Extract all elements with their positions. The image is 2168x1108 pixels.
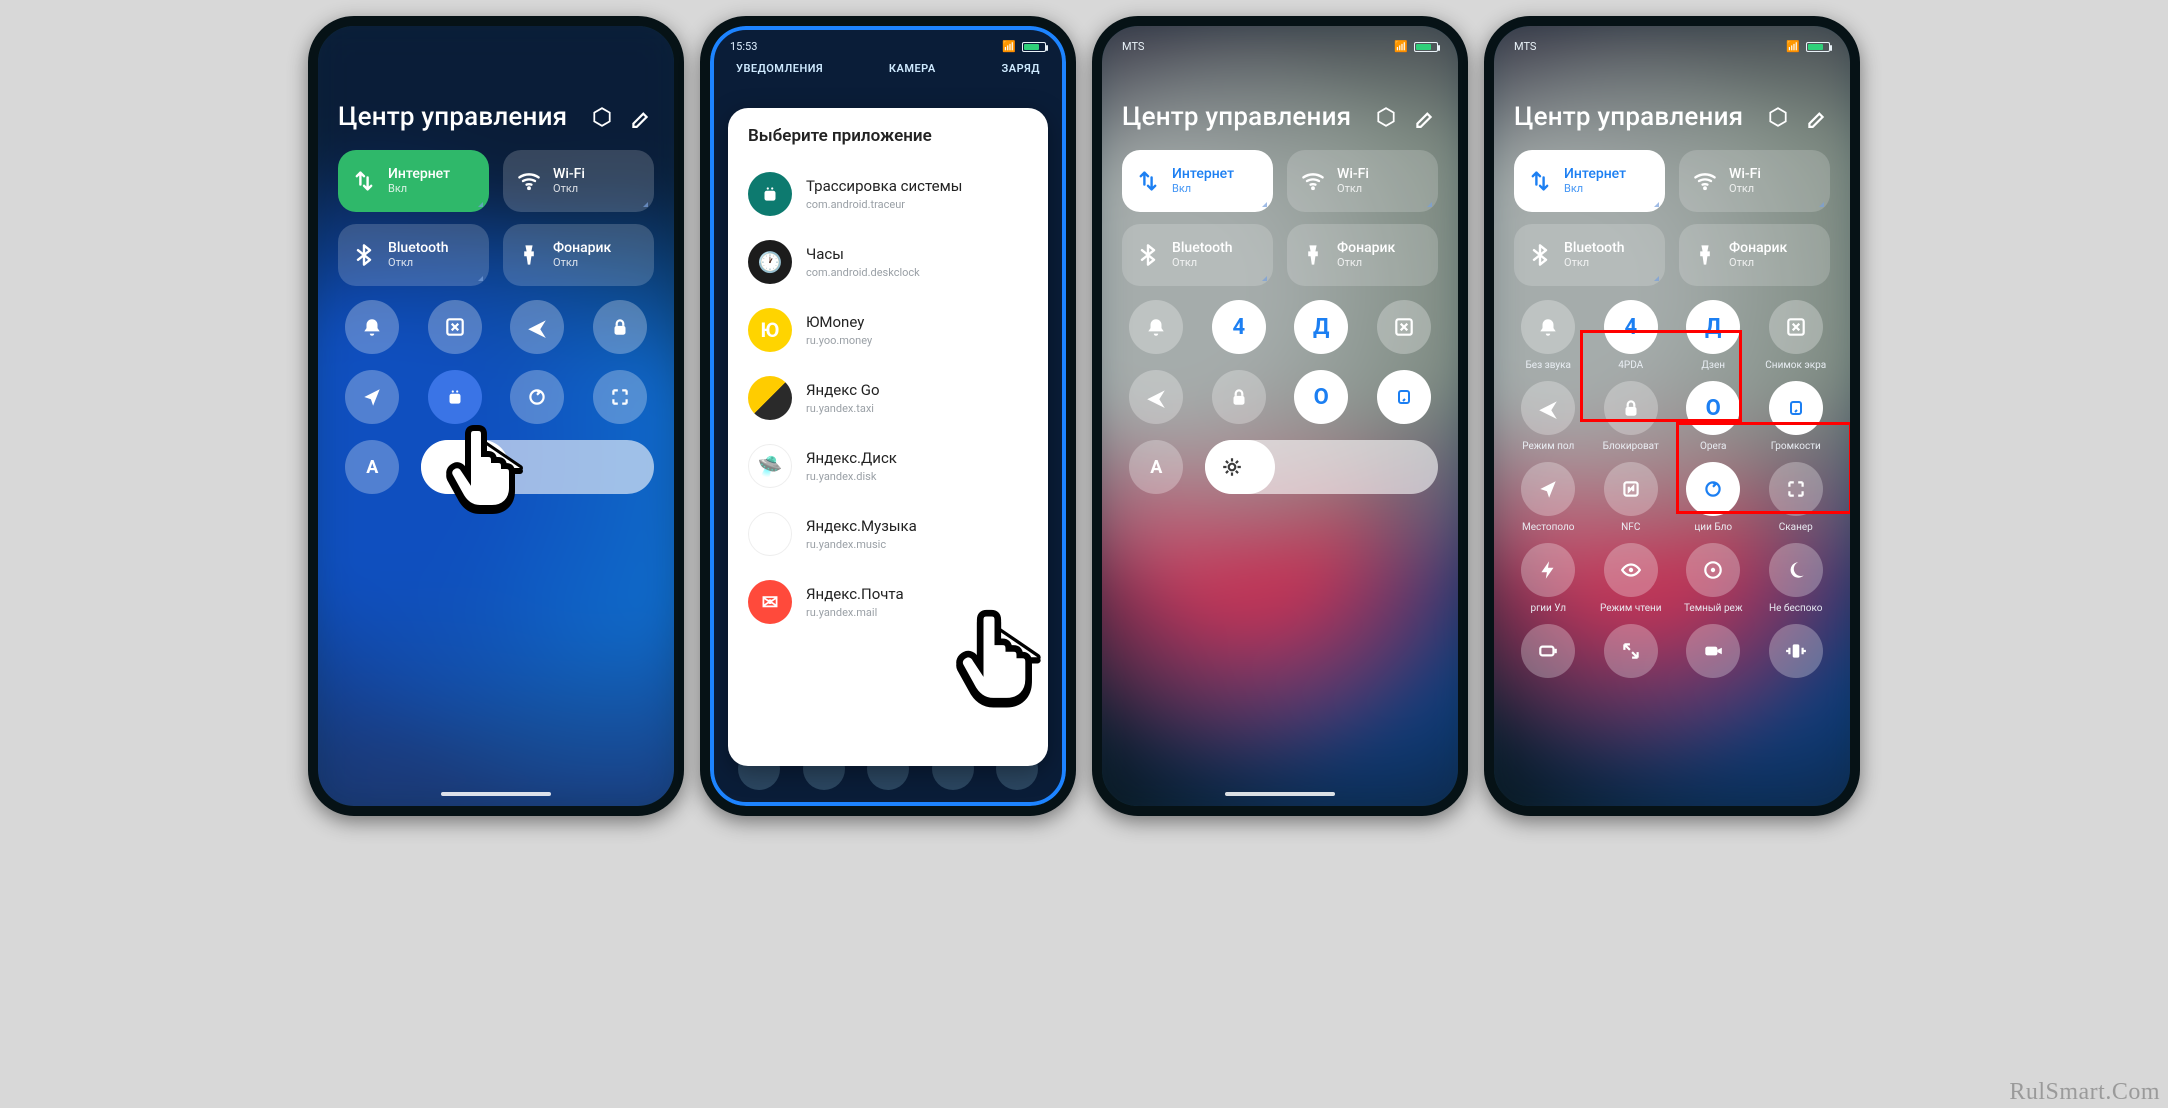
status-bar: MTS 📶 bbox=[1514, 40, 1830, 53]
flashlight-icon bbox=[1301, 243, 1325, 267]
app-icon bbox=[748, 376, 792, 420]
status-bar: MTS 📶 bbox=[1122, 40, 1438, 53]
toggle-screenshot[interactable] bbox=[428, 300, 482, 354]
tile-bluetooth[interactable]: BluetoothОткл bbox=[1514, 224, 1665, 286]
home-indicator[interactable] bbox=[1225, 792, 1335, 796]
app-item-yandexmusic[interactable]: ● Яндекс.Музыкаru.yandex.music bbox=[728, 500, 1048, 568]
toggle-silent[interactable] bbox=[345, 300, 399, 354]
app-icon: ✉ bbox=[748, 580, 792, 624]
status-time: 15:53 bbox=[730, 40, 757, 53]
toggle-silent[interactable] bbox=[1129, 300, 1183, 354]
toggle-battery[interactable] bbox=[1521, 624, 1575, 678]
mobile-data-icon bbox=[352, 169, 376, 193]
toggle-silent[interactable] bbox=[1521, 300, 1575, 354]
app-icon: 🛸 bbox=[748, 444, 792, 488]
home-indicator[interactable] bbox=[441, 792, 551, 796]
bluetooth-icon bbox=[1528, 243, 1552, 267]
app-item-traceur[interactable]: Трассировка системыcom.android.traceur bbox=[728, 160, 1048, 228]
tile-bluetooth[interactable]: BluetoothОткл bbox=[1122, 224, 1273, 286]
tile-torch[interactable]: ФонарикОткл bbox=[503, 224, 654, 286]
brightness-slider[interactable] bbox=[1205, 440, 1439, 494]
toggle-airplane[interactable] bbox=[510, 300, 564, 354]
app-icon: 🕐 bbox=[748, 240, 792, 284]
toggle-expand[interactable] bbox=[1604, 624, 1658, 678]
toggle-power[interactable] bbox=[1521, 543, 1575, 597]
shortcut-volume[interactable] bbox=[1377, 370, 1431, 424]
toggle-read[interactable] bbox=[1604, 543, 1658, 597]
mobile-data-icon bbox=[1528, 169, 1552, 193]
app-item-yandexdisk[interactable]: 🛸 Яндекс.Дискru.yandex.disk bbox=[728, 432, 1048, 500]
status-bar: 15:53 📶 bbox=[730, 40, 1046, 53]
control-center-title: Центр управления bbox=[1122, 102, 1362, 132]
toggle-lock[interactable] bbox=[593, 300, 647, 354]
carrier-label: MTS bbox=[1122, 40, 1144, 53]
tile-torch[interactable]: ФонарикОткл bbox=[1679, 224, 1830, 286]
watermark: RulSmart.Com bbox=[2009, 1079, 2160, 1106]
settings-icon[interactable] bbox=[1372, 103, 1400, 131]
toggle-location[interactable] bbox=[1521, 462, 1575, 516]
tile-wifi[interactable]: Wi-FiОткл bbox=[503, 150, 654, 212]
toggle-auto[interactable]: A bbox=[1129, 440, 1183, 494]
tile-internet[interactable]: ИнтернетВкл bbox=[1514, 150, 1665, 212]
app-picker-title: Выберите приложение bbox=[728, 108, 1048, 160]
toggle-screenshot[interactable] bbox=[1769, 300, 1823, 354]
flashlight-icon bbox=[517, 243, 541, 267]
phone-2: 15:53 📶 УВЕДОМЛЕНИЯКАМЕРАЗАРЯД Выберите … bbox=[700, 16, 1076, 816]
toggle-lock[interactable] bbox=[1212, 370, 1266, 424]
tile-bluetooth[interactable]: BluetoothОткл bbox=[338, 224, 489, 286]
tile-wifi[interactable]: Wi-FiОткл bbox=[1679, 150, 1830, 212]
toggle-vibrate[interactable] bbox=[1769, 624, 1823, 678]
app-item-yoomoney[interactable]: Ю ЮMoneyru.yoo.money bbox=[728, 296, 1048, 364]
toggle-nfc[interactable] bbox=[1604, 462, 1658, 516]
wifi-icon bbox=[517, 169, 541, 193]
toggle-scan[interactable] bbox=[593, 370, 647, 424]
toggle-airplane[interactable] bbox=[1521, 381, 1575, 435]
tile-internet[interactable]: ИнтернетВкл bbox=[338, 150, 489, 212]
toggle-screenshot[interactable] bbox=[1377, 300, 1431, 354]
toggle-airplane[interactable] bbox=[1129, 370, 1183, 424]
shortcut-dzen[interactable]: Д bbox=[1294, 300, 1348, 354]
settings-icon[interactable] bbox=[588, 103, 616, 131]
mobile-data-icon bbox=[1136, 169, 1160, 193]
highlight-box-1 bbox=[1580, 330, 1742, 422]
hand-cursor-icon bbox=[945, 601, 1055, 731]
phone-4: MTS 📶 Центр управления ИнтернетВкл bbox=[1484, 16, 1860, 816]
toggle-location[interactable] bbox=[345, 370, 399, 424]
phone-1: Центр управления ИнтернетВкл Wi-FiОт bbox=[308, 16, 684, 816]
carrier-label: MTS bbox=[1514, 40, 1536, 53]
settings-icon[interactable] bbox=[1764, 103, 1792, 131]
wifi-icon bbox=[1693, 169, 1717, 193]
phone-3: MTS 📶 Центр управления ИнтернетВкл bbox=[1092, 16, 1468, 816]
app-icon: ● bbox=[748, 512, 792, 556]
app-icon bbox=[748, 172, 792, 216]
edit-icon[interactable] bbox=[626, 103, 654, 131]
control-center-title: Центр управления bbox=[338, 102, 578, 132]
tile-torch[interactable]: ФонарикОткл bbox=[1287, 224, 1438, 286]
app-item-clock[interactable]: 🕐 Часыcom.android.deskclock bbox=[728, 228, 1048, 296]
toggle-dark[interactable] bbox=[1686, 543, 1740, 597]
shortcut-opera[interactable]: O bbox=[1294, 370, 1348, 424]
shortcut-4pda[interactable]: 4 bbox=[1212, 300, 1266, 354]
hand-cursor-icon bbox=[436, 416, 536, 536]
highlight-box-2 bbox=[1676, 422, 1850, 514]
bluetooth-icon bbox=[352, 243, 376, 267]
bluetooth-icon bbox=[1136, 243, 1160, 267]
designer-tabs[interactable]: УВЕДОМЛЕНИЯКАМЕРАЗАРЯД bbox=[730, 62, 1046, 75]
app-icon: Ю bbox=[748, 308, 792, 352]
toggle-dnd[interactable] bbox=[1769, 543, 1823, 597]
app-item-yandexgo[interactable]: Яндекс Goru.yandex.taxi bbox=[728, 364, 1048, 432]
tile-wifi[interactable]: Wi-FiОткл bbox=[1287, 150, 1438, 212]
edit-icon[interactable] bbox=[1410, 103, 1438, 131]
phones-row: Центр управления ИнтернетВкл Wi-FiОт bbox=[8, 16, 2160, 816]
toggle-auto[interactable]: A bbox=[345, 440, 399, 494]
wifi-icon bbox=[1301, 169, 1325, 193]
control-center-title: Центр управления bbox=[1514, 102, 1754, 132]
edit-icon[interactable] bbox=[1802, 103, 1830, 131]
toggle-camera[interactable] bbox=[1686, 624, 1740, 678]
flashlight-icon bbox=[1693, 243, 1717, 267]
tile-internet[interactable]: ИнтернетВкл bbox=[1122, 150, 1273, 212]
